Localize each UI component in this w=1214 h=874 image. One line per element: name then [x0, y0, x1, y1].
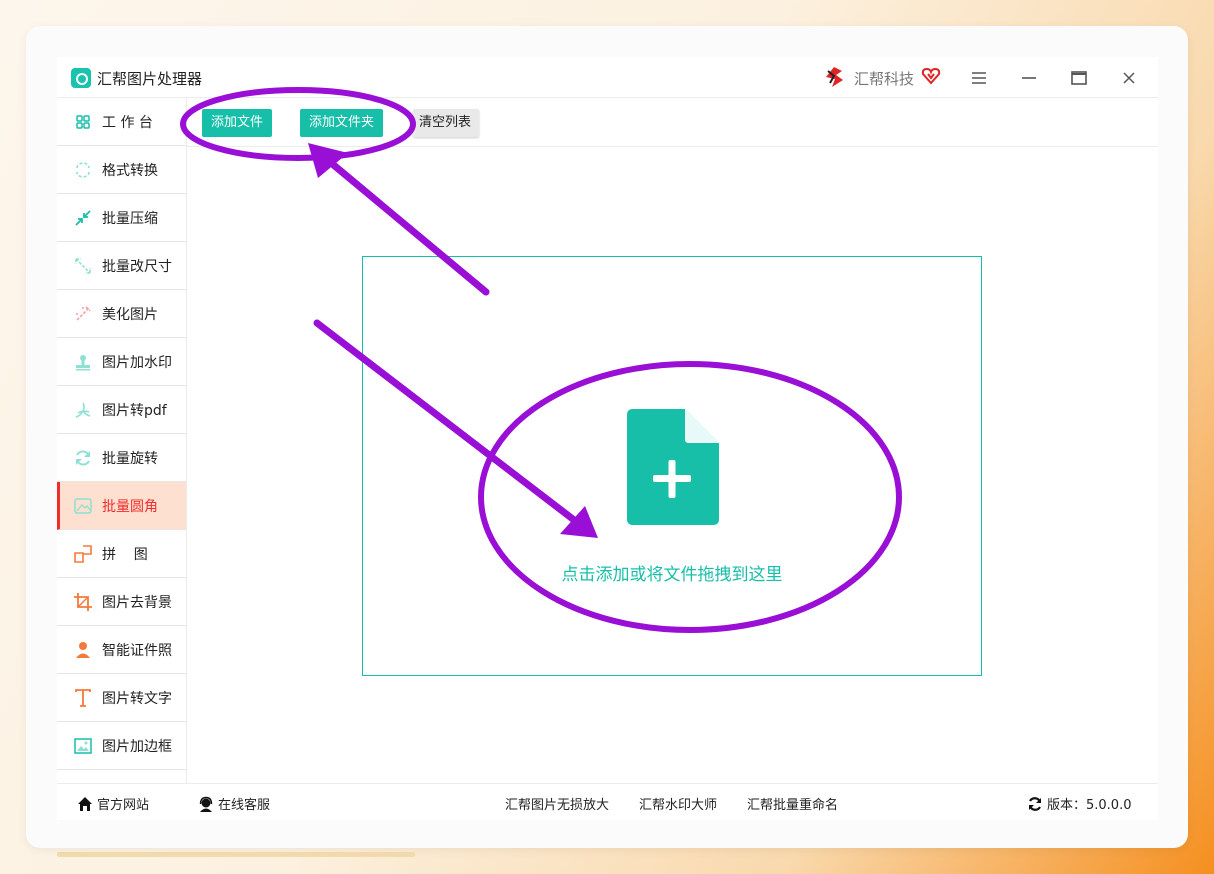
sidebar-item-resize[interactable]: 批量改尺寸	[57, 242, 186, 290]
sidebar-item-grid[interactable]: 工 作 台	[57, 98, 186, 146]
sidebar-item-round-corner[interactable]: 批量圆角	[57, 482, 186, 530]
add-file-button[interactable]: 添加文件	[202, 109, 273, 137]
vip-heart-icon[interactable]	[921, 66, 941, 86]
sidebar-item-crop[interactable]: 图片去背景	[57, 578, 186, 626]
footer-link-watermark[interactable]: 汇帮水印大师	[639, 794, 717, 813]
toolbar: 添加文件 添加文件夹 清空列表	[187, 98, 1158, 147]
sidebar-item-puzzle[interactable]: 拼 图	[57, 530, 186, 578]
crop-icon	[73, 592, 93, 612]
sidebar-item-label: 图片转pdf	[102, 402, 167, 419]
text-icon	[73, 688, 93, 708]
puzzle-icon	[73, 544, 93, 564]
grid-icon	[73, 112, 93, 132]
sidebar-item-label: 图片转文字	[102, 690, 172, 707]
official-website-label: 官方网站	[97, 798, 150, 813]
sidebar-item-label: 批量改尺寸	[102, 258, 172, 275]
sidebar-item-label: 格式转换	[102, 162, 158, 179]
bottom-highlight-strip	[57, 852, 415, 857]
sidebar-item-label: 批量压缩	[102, 210, 158, 227]
add-folder-button[interactable]: 添加文件夹	[300, 109, 384, 137]
home-icon	[78, 796, 92, 811]
person-icon	[73, 640, 93, 660]
brand-logo-icon	[826, 67, 843, 87]
refresh-icon	[1028, 796, 1042, 811]
title-bar: 汇帮图片处理器 汇帮科技	[57, 57, 1158, 98]
menu-icon[interactable]	[967, 66, 991, 90]
official-website-link[interactable]: 官方网站	[77, 794, 149, 813]
sidebar-item-convert[interactable]: 格式转换	[57, 146, 186, 194]
close-icon[interactable]	[1117, 66, 1141, 90]
sidebar: 工 作 台格式转换批量压缩批量改尺寸美化图片图片加水印图片转pdf 批量旋转批量圆…	[57, 98, 187, 783]
minimize-icon[interactable]	[1017, 66, 1041, 90]
file-drop-zone[interactable]: 点击添加或将文件拖拽到这里	[362, 256, 982, 676]
pdf-icon	[73, 400, 93, 420]
sidebar-item-person[interactable]: 智能证件照	[57, 626, 186, 674]
round-corner-icon	[73, 496, 93, 516]
app-logo-icon	[71, 68, 91, 88]
sidebar-item-rotate[interactable]: 批量旋转	[57, 434, 186, 482]
sidebar-item-label: 工 作 台	[102, 114, 153, 131]
resize-icon	[73, 256, 93, 276]
sidebar-item-beautify[interactable]: 美化图片	[57, 290, 186, 338]
stamp-icon	[73, 352, 93, 372]
sidebar-item-label: 图片去背景	[102, 594, 172, 611]
app-window: 汇帮图片处理器 汇帮科技 工 作 台格式转换批量压缩批量改尺寸美化图片图片加水印…	[57, 57, 1158, 820]
version-info[interactable]: 版本：5.0.0.0	[1027, 794, 1131, 813]
sidebar-item-stamp[interactable]: 图片加水印	[57, 338, 186, 386]
convert-icon	[73, 160, 93, 180]
online-support-label: 在线客服	[218, 798, 271, 813]
frame-icon	[73, 736, 93, 756]
sidebar-item-frame[interactable]: 图片加边框	[57, 722, 186, 770]
add-file-icon	[627, 409, 719, 525]
footer-link-rename[interactable]: 汇帮批量重命名	[747, 794, 838, 813]
maximize-icon[interactable]	[1067, 66, 1091, 90]
footer-link-upscale[interactable]: 汇帮图片无损放大	[505, 794, 609, 813]
sidebar-item-text[interactable]: 图片转文字	[57, 674, 186, 722]
sidebar-item-pdf[interactable]: 图片转pdf	[57, 386, 186, 434]
sidebar-item-label: 美化图片	[102, 306, 158, 323]
compress-icon	[73, 208, 93, 228]
sidebar-item-label: 批量圆角	[102, 498, 158, 515]
sidebar-item-label: 图片加水印	[102, 354, 172, 371]
sidebar-item-label: 批量旋转	[102, 450, 158, 467]
clear-list-button[interactable]: 清空列表	[413, 109, 480, 137]
headset-icon	[199, 796, 213, 812]
sidebar-item-label: 图片加边框	[102, 738, 172, 755]
footer: 官方网站 在线客服 汇帮图片无损放大 汇帮水印大师 汇帮批量重命名 版本：5.0…	[57, 783, 1158, 820]
beautify-icon	[73, 304, 93, 324]
app-title: 汇帮图片处理器	[97, 70, 203, 88]
version-label: 版本：5.0.0.0	[1047, 798, 1132, 813]
online-support-link[interactable]: 在线客服	[198, 794, 270, 813]
rotate-icon	[73, 448, 93, 468]
sidebar-item-label: 智能证件照	[102, 642, 172, 659]
brand-name: 汇帮科技	[854, 70, 915, 88]
drop-zone-text: 点击添加或将文件拖拽到这里	[561, 565, 783, 585]
sidebar-item-label: 拼 图	[102, 546, 148, 563]
sidebar-item-compress[interactable]: 批量压缩	[57, 194, 186, 242]
